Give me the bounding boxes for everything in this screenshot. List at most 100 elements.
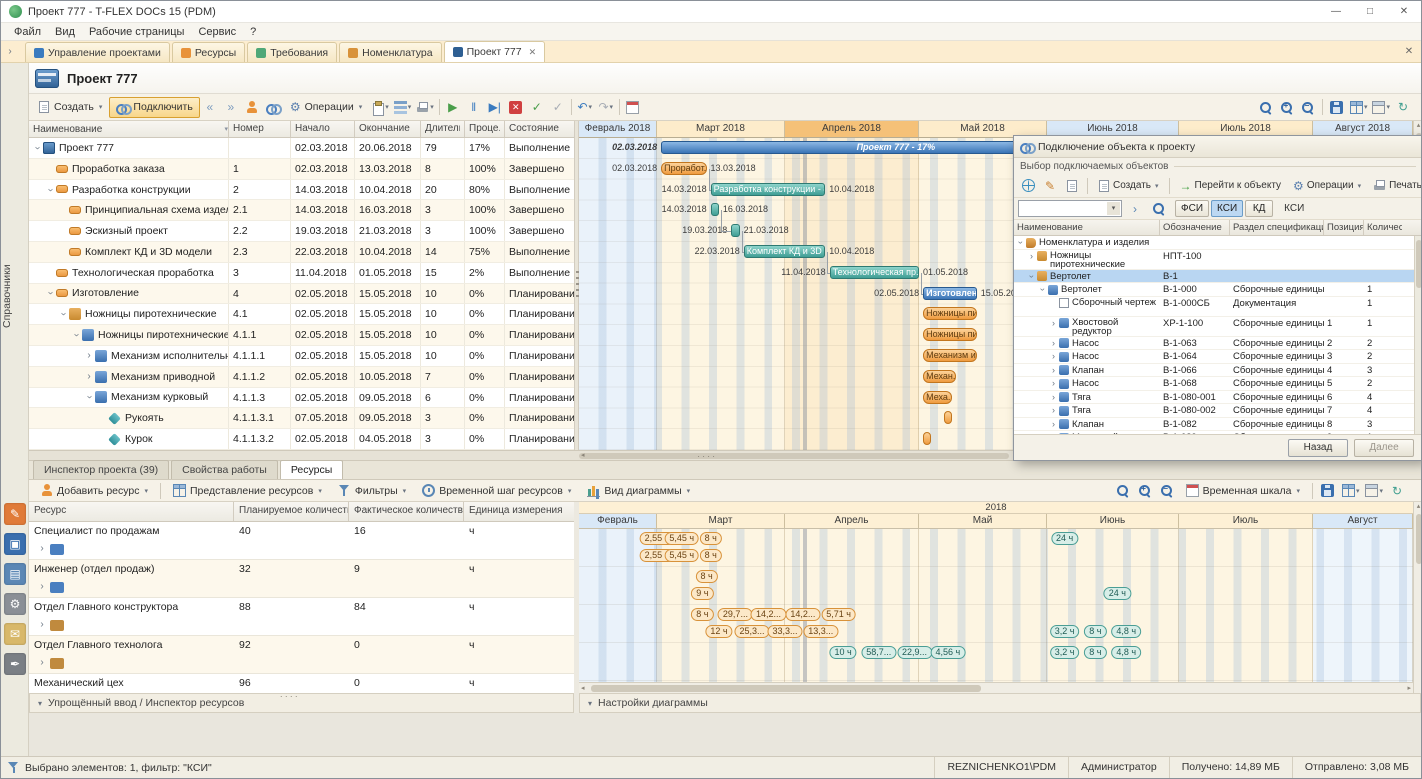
resource-vscrollbar[interactable]: ▴ [1413,502,1422,693]
workspace-tab-1[interactable]: Ресурсы [172,42,245,62]
task-row[interactable]: Эскизный проект2.219.03.201821.03.201831… [29,221,574,242]
gantt-bar[interactable] [944,411,952,424]
load-badge[interactable]: 8 ч [691,608,713,621]
dialog-row[interactable]: ›НасосВ-1-064Сборочные единицы32 [1014,350,1422,364]
load-badge[interactable]: 12 ч [705,625,732,638]
search-button[interactable] [1148,199,1168,219]
complete-all-icon[interactable]: ✓ [548,97,568,117]
load-badge[interactable]: 29,7... [718,608,753,621]
expander-icon[interactable]: › [37,653,47,673]
filter-button-0[interactable]: ФСИ [1175,200,1209,217]
dialog-row[interactable]: ›КлапанВ-1-082Сборочные единицы83 [1014,418,1422,432]
task-row[interactable]: ›Изготовление402.05.201815.05.2018100%Пл… [29,284,574,305]
expander-icon[interactable]: › [37,577,47,597]
load-badge[interactable]: 24 ч [1051,532,1078,545]
dialog-create-button[interactable]: Создать▾ [1093,176,1164,195]
bottom-tab-2[interactable]: Ресурсы [280,460,343,479]
diagram-settings-panel[interactable]: ▾ Настройки диаграммы [579,693,1421,713]
task-row[interactable]: ›Механизм исполнительный4.1.1.102.05.201… [29,346,574,367]
res-column-rplan[interactable]: Планируемое количество [234,502,349,521]
expander-icon[interactable]: › [29,143,47,153]
save-view-icon[interactable] [1327,97,1347,117]
dialog-column-dpos[interactable]: Позиция▴ [1324,220,1364,235]
create-button[interactable]: Создать ▾ [31,97,109,118]
add-resource-button[interactable]: Добавить ресурс▾ [33,480,155,501]
reports-icon[interactable]: ▾ [392,97,414,117]
menu-item-1[interactable]: Вид [48,26,82,38]
bottom-tab-0[interactable]: Инспектор проекта (39) [33,460,169,479]
menu-item-0[interactable]: Файл [7,26,48,38]
dialog-row[interactable]: ›ВертолетВ-1-000Сборочные единицы1 [1014,283,1422,297]
load-badge[interactable]: 3,2 ч [1050,646,1080,659]
column-header-st[interactable]: Состояние [505,121,574,137]
column-header-name[interactable]: Наименование▾ [29,121,229,137]
resource-row[interactable]: Отдел Главного технолога920ч› [29,636,574,674]
dialog-row[interactable]: Сборочный чертежВ-1-000СБДокументация1 [1014,297,1422,317]
resource-view-button[interactable]: Представление ресурсов▾ [166,480,329,501]
expander-icon[interactable]: › [1049,418,1058,431]
gantt-bar[interactable] [711,203,719,216]
res-month[interactable]: Апрель [785,514,919,528]
filter-button-1[interactable]: КСИ [1211,200,1243,217]
task-row[interactable]: Технологическая проработка311.04.201801.… [29,263,574,284]
edit-object-button[interactable]: ✎ [1040,176,1060,196]
gantt-month[interactable]: Апрель 2018 [785,121,919,137]
res-month[interactable]: Май [919,514,1047,528]
expander-icon[interactable]: › [1049,404,1058,417]
task-row[interactable]: Комплект КД и 3D модели2.322.03.201810.0… [29,242,574,263]
task-row[interactable]: ›Ножницы пиротехнические4.1.102.05.20181… [29,325,574,346]
load-badge[interactable]: 14,2... [751,608,786,621]
resource-row[interactable]: Отдел Главного конструктора8884ч› [29,598,574,636]
task-row[interactable]: ›Проект 77702.03.201820.06.20187917%Выпо… [29,138,574,159]
scroll-left-icon[interactable]: ◂ [581,452,585,460]
menu-item-3[interactable]: Сервис [191,26,243,38]
dialog-print-button[interactable]: Печать▾ [1368,176,1422,195]
expander-icon[interactable]: › [1036,285,1049,294]
add-participant-icon[interactable] [242,97,262,117]
load-badge[interactable]: 4,8 ч [1111,646,1141,659]
gantt-bar[interactable] [731,224,739,237]
expander-icon[interactable]: › [37,539,47,559]
load-badge[interactable]: 33,3... [767,625,802,638]
dialog-row[interactable]: ›ТягаВ-1-080-001Сборочные единицы64 [1014,391,1422,405]
timescale-button[interactable]: Временная шкала▾ [1179,480,1307,501]
load-badge[interactable]: 22,9... [897,646,932,659]
load-badge[interactable]: 5,45 ч [664,532,699,545]
copy-structure-icon[interactable]: ▾ [369,97,391,117]
workspace-tab-3[interactable]: Номенклатура [339,42,441,62]
expander-icon[interactable]: › [1049,337,1058,350]
close-tab-icon[interactable]: ✕ [529,47,537,58]
bottom-tab-1[interactable]: Свойства работы [171,460,278,479]
sign-icon[interactable]: ✒ [4,653,26,675]
res-zoom-prev-icon[interactable] [1113,481,1133,501]
load-badge[interactable]: 25,3... [734,625,769,638]
load-badge[interactable]: 5,71 ч [821,608,856,621]
gantt-bar[interactable]: Меха... [923,391,952,404]
search-combo[interactable]: ▾ [1018,200,1122,217]
column-header-pct[interactable]: Проце... [465,121,505,137]
resume-project-icon[interactable]: ▶| [485,97,505,117]
refresh-icon[interactable]: ↻ [1393,97,1413,117]
expander-icon[interactable]: › [1049,364,1058,377]
task-row[interactable]: ›Разработка конструкции214.03.201810.04.… [29,180,574,201]
menu-item-2[interactable]: Рабочие страницы [82,26,192,38]
task-row[interactable]: ›Механизм приводной4.1.1.202.05.201810.0… [29,367,574,388]
load-badge[interactable]: 8 ч [700,532,722,545]
expander-icon[interactable]: › [1049,317,1058,330]
load-badge[interactable]: 5,45 ч [664,549,699,562]
gantt-bar[interactable]: Ножницы пи... [923,307,977,320]
minimize-button[interactable]: — [1319,1,1353,22]
open-window-button[interactable] [1062,176,1082,196]
expander-icon[interactable]: › [53,309,73,319]
column-header-d2[interactable]: Окончание [355,121,421,137]
mail-icon[interactable]: ✉ [4,623,26,645]
dialog-row[interactable]: ›ВертолетВ-1 [1014,270,1422,284]
column-header-num[interactable]: Номер [229,121,291,137]
load-badge[interactable]: 8 ч [695,570,717,583]
load-badge[interactable]: 9 ч [691,587,713,600]
print-icon[interactable]: ▾ [414,97,436,117]
expander-icon[interactable]: › [37,615,47,635]
load-badge[interactable]: 58,7... [861,646,896,659]
task-row[interactable]: Проработка заказа102.03.201813.03.201881… [29,159,574,180]
expander-icon[interactable]: › [1014,238,1027,247]
